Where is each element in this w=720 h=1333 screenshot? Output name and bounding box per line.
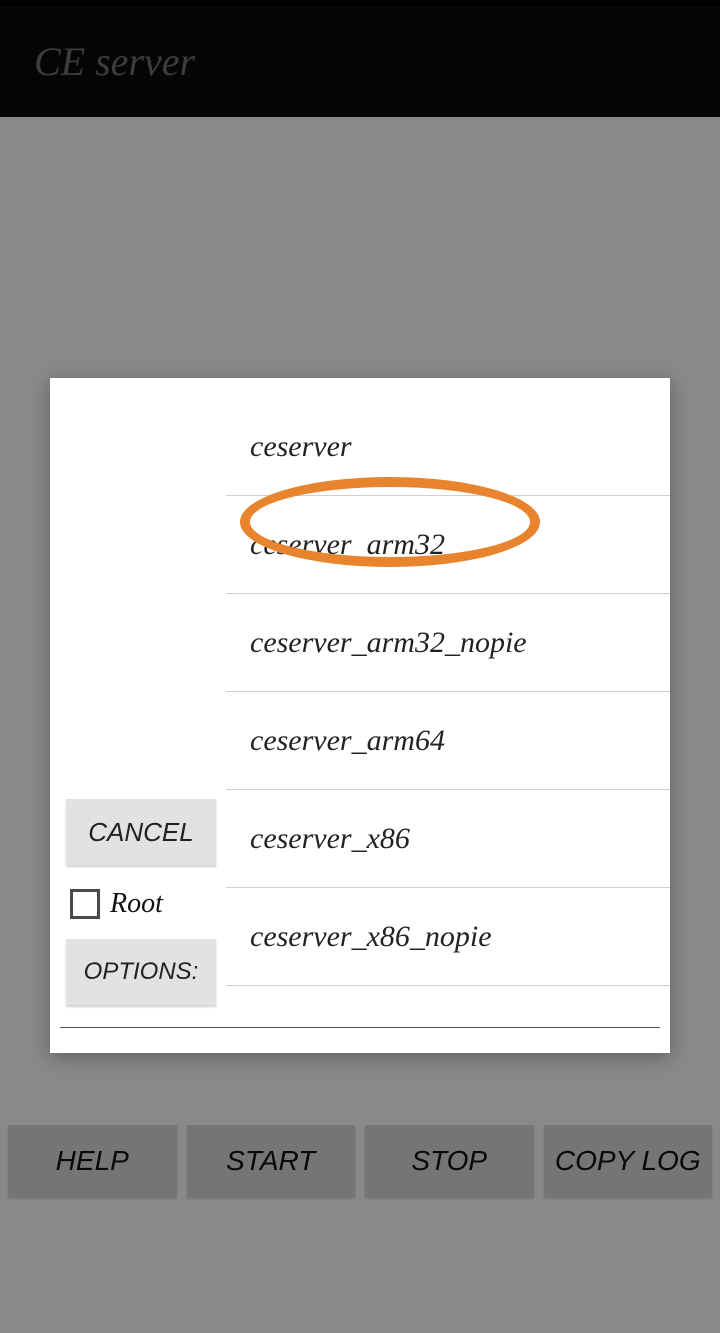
file-picker-dialog: CANCEL Root OPTIONS: ceserver ceserver_a…: [50, 378, 670, 1053]
footer-divider: [60, 1027, 660, 1028]
dialog-footer: [50, 1013, 670, 1053]
root-label: Root: [110, 888, 163, 920]
list-item[interactable]: ceserver_x86_nopie: [226, 888, 670, 986]
file-list: ceserver ceserver_arm32 ceserver_arm32_n…: [226, 378, 670, 1013]
cancel-button[interactable]: CANCEL: [66, 799, 216, 865]
root-checkbox[interactable]: [70, 889, 100, 919]
dialog-controls: CANCEL Root OPTIONS:: [50, 378, 226, 1013]
list-item[interactable]: ceserver: [226, 398, 670, 496]
list-item[interactable]: ceserver_arm64: [226, 692, 670, 790]
options-button[interactable]: OPTIONS:: [66, 939, 216, 1005]
list-item[interactable]: ceserver_arm32_nopie: [226, 594, 670, 692]
list-item[interactable]: ceserver_arm32: [226, 496, 670, 594]
dialog-main: CANCEL Root OPTIONS: ceserver ceserver_a…: [50, 378, 670, 1013]
list-item[interactable]: ceserver_x86: [226, 790, 670, 888]
root-row[interactable]: Root: [66, 869, 216, 939]
